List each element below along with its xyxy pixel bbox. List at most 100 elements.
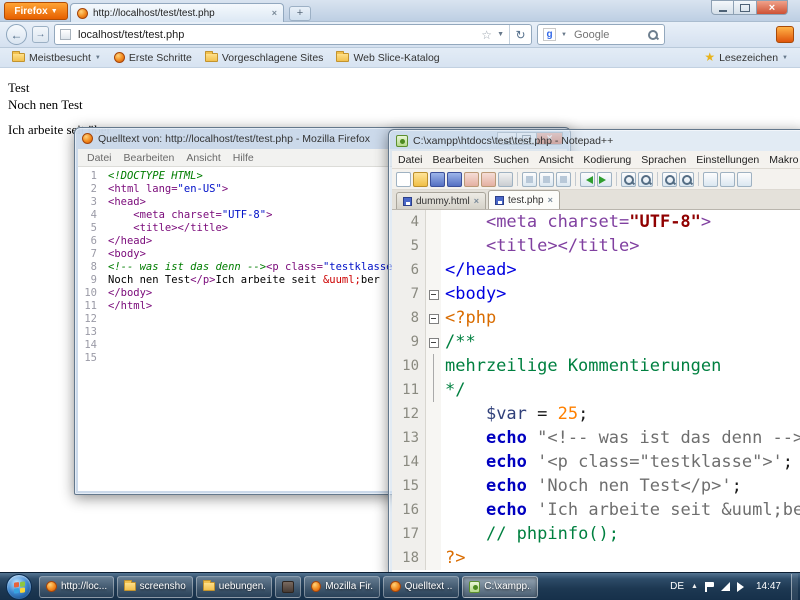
url-bar[interactable] [54,24,532,45]
start-button[interactable] [6,574,32,600]
replace-icon[interactable] [638,172,653,187]
maximize-button[interactable] [734,0,757,15]
code-text [104,339,108,352]
code-line-9: 9/** [392,330,800,354]
code-line-12: 12 $var = 25; [392,402,800,426]
word-wrap-icon[interactable] [703,172,718,187]
taskbar-button-mozilla-fir[interactable]: Mozilla Fir... [304,576,380,598]
notepadpp-icon [396,135,408,147]
firefox-app-menu-button[interactable]: Firefox ▼ [4,2,68,20]
tab-close-icon[interactable]: × [272,8,277,18]
fold-marker[interactable] [426,330,441,354]
menu-kodierung[interactable]: Kodierung [578,154,636,166]
tab-close-icon[interactable]: × [474,196,479,206]
addon-icon[interactable] [776,26,794,43]
close-button[interactable] [757,0,788,15]
code-line-11: 11*/ [392,378,800,402]
record-macro-icon[interactable] [737,172,752,187]
close-icon[interactable] [464,172,479,187]
line-number: 7 [78,248,104,261]
line-number: 10 [78,287,104,300]
save-all-icon[interactable] [447,172,462,187]
menu-datei[interactable]: Datei [393,154,428,166]
url-input[interactable] [76,28,476,42]
close-all-icon[interactable] [481,172,496,187]
taskbar-button-c-xampp[interactable]: C:\xampp... [462,576,538,598]
new-tab-button[interactable] [289,6,311,21]
search-bar[interactable]: g [537,24,665,45]
show-all-chars-icon[interactable] [720,172,735,187]
bookmark-item-erste-schritte[interactable]: Erste Schritte [109,49,197,66]
fold-marker[interactable] [426,282,441,306]
action-center-icon[interactable] [705,582,714,592]
zoom-out-icon[interactable] [679,172,694,187]
search-icon[interactable] [647,29,659,41]
url-dropdown-icon[interactable] [497,31,504,38]
taskbar-button-item[interactable] [275,576,301,598]
bookmark-item-vorgeschlagene-sites[interactable]: Vorgeschlagene Sites [200,49,329,66]
bookmark-item-web-slice-katalog[interactable]: Web Slice-Katalog [331,49,444,66]
copy-icon[interactable] [539,172,554,187]
notepadpp-titlebar[interactable]: C:\xampp\htdocs\test\test.php - Notepad+… [392,130,800,151]
save-icon[interactable] [430,172,445,187]
menu-einstellungen[interactable]: Einstellungen [691,154,764,166]
document-tab-dummy-html[interactable]: dummy.html× [396,192,486,209]
document-tab-test-php[interactable]: test.php× [488,190,560,209]
line-number: 14 [392,450,426,474]
show-desktop-button[interactable] [791,574,798,600]
volume-icon[interactable] [737,582,749,592]
taskbar-button-quelltext[interactable]: Quelltext ... [383,576,459,598]
minimize-button[interactable] [711,0,734,15]
print-icon[interactable] [498,172,513,187]
taskbar-button-screenshots[interactable]: screenshots [117,576,193,598]
forward-button[interactable] [32,26,49,43]
undo-icon[interactable] [580,172,595,187]
menu-hilfe[interactable]: Hilfe [227,152,260,164]
notepadpp-window: C:\xampp\htdocs\test\test.php - Notepad+… [388,129,800,577]
back-button[interactable] [6,24,27,45]
menu-makro[interactable]: Makro [764,154,800,166]
toolbar-separator [698,172,699,186]
saved-file-icon [495,196,504,205]
bookmark-item-meistbesucht[interactable]: Meistbesucht▼ [7,49,106,66]
line-number: 11 [78,300,104,313]
code-line-14: 14 echo '<p class="testklasse">'; [392,450,800,474]
code-editor[interactable]: 4 <meta charset="UTF-8">5 <title></title… [392,210,800,573]
code-text: <body> [441,282,506,306]
notepadpp-toolbar [392,169,800,190]
menu-ansicht[interactable]: Ansicht [534,154,578,166]
keyboard-layout-indicator[interactable]: DE [670,581,684,592]
network-icon[interactable] [721,582,730,591]
fold-margin [426,522,441,546]
bookmark-star-icon[interactable] [481,29,492,41]
search-engine-dropdown-icon[interactable] [561,32,567,38]
menu-bearbeiten[interactable]: Bearbeiten [118,152,181,164]
taskbar: http://loc...screenshotsuebungen... Mozil… [0,572,800,600]
taskbar-button-http-loc[interactable]: http://loc... [39,576,114,598]
chevron-down-icon: ▼ [95,55,101,61]
code-text: $var = 25; [441,402,588,426]
code-text: <meta charset="UTF-8"> [104,209,272,222]
redo-icon[interactable] [597,172,612,187]
menu-datei[interactable]: Datei [81,152,118,164]
paste-icon[interactable] [556,172,571,187]
taskbar-button-uebungen[interactable]: uebungen... [196,576,272,598]
browser-tab[interactable]: http://localhost/test/test.php × [70,3,284,22]
zoom-in-icon[interactable] [662,172,677,187]
hidden-icons-icon[interactable] [691,583,698,590]
menu-suchen[interactable]: Suchen [488,154,534,166]
bookmarks-menu-button[interactable]: Lesezeichen▼ [699,49,793,66]
find-icon[interactable] [621,172,636,187]
menu-ansicht[interactable]: Ansicht [180,152,226,164]
new-file-icon[interactable] [396,172,411,187]
reload-icon[interactable] [509,25,531,44]
cut-icon[interactable] [522,172,537,187]
menu-bearbeiten[interactable]: Bearbeiten [428,154,489,166]
menu-sprachen[interactable]: Sprachen [636,154,691,166]
search-input[interactable] [572,28,642,42]
bookmark-label: Web Slice-Katalog [353,52,439,64]
open-icon[interactable] [413,172,428,187]
tab-close-icon[interactable]: × [548,195,553,205]
fold-marker[interactable] [426,306,441,330]
clock[interactable]: 14:47 [752,581,785,592]
